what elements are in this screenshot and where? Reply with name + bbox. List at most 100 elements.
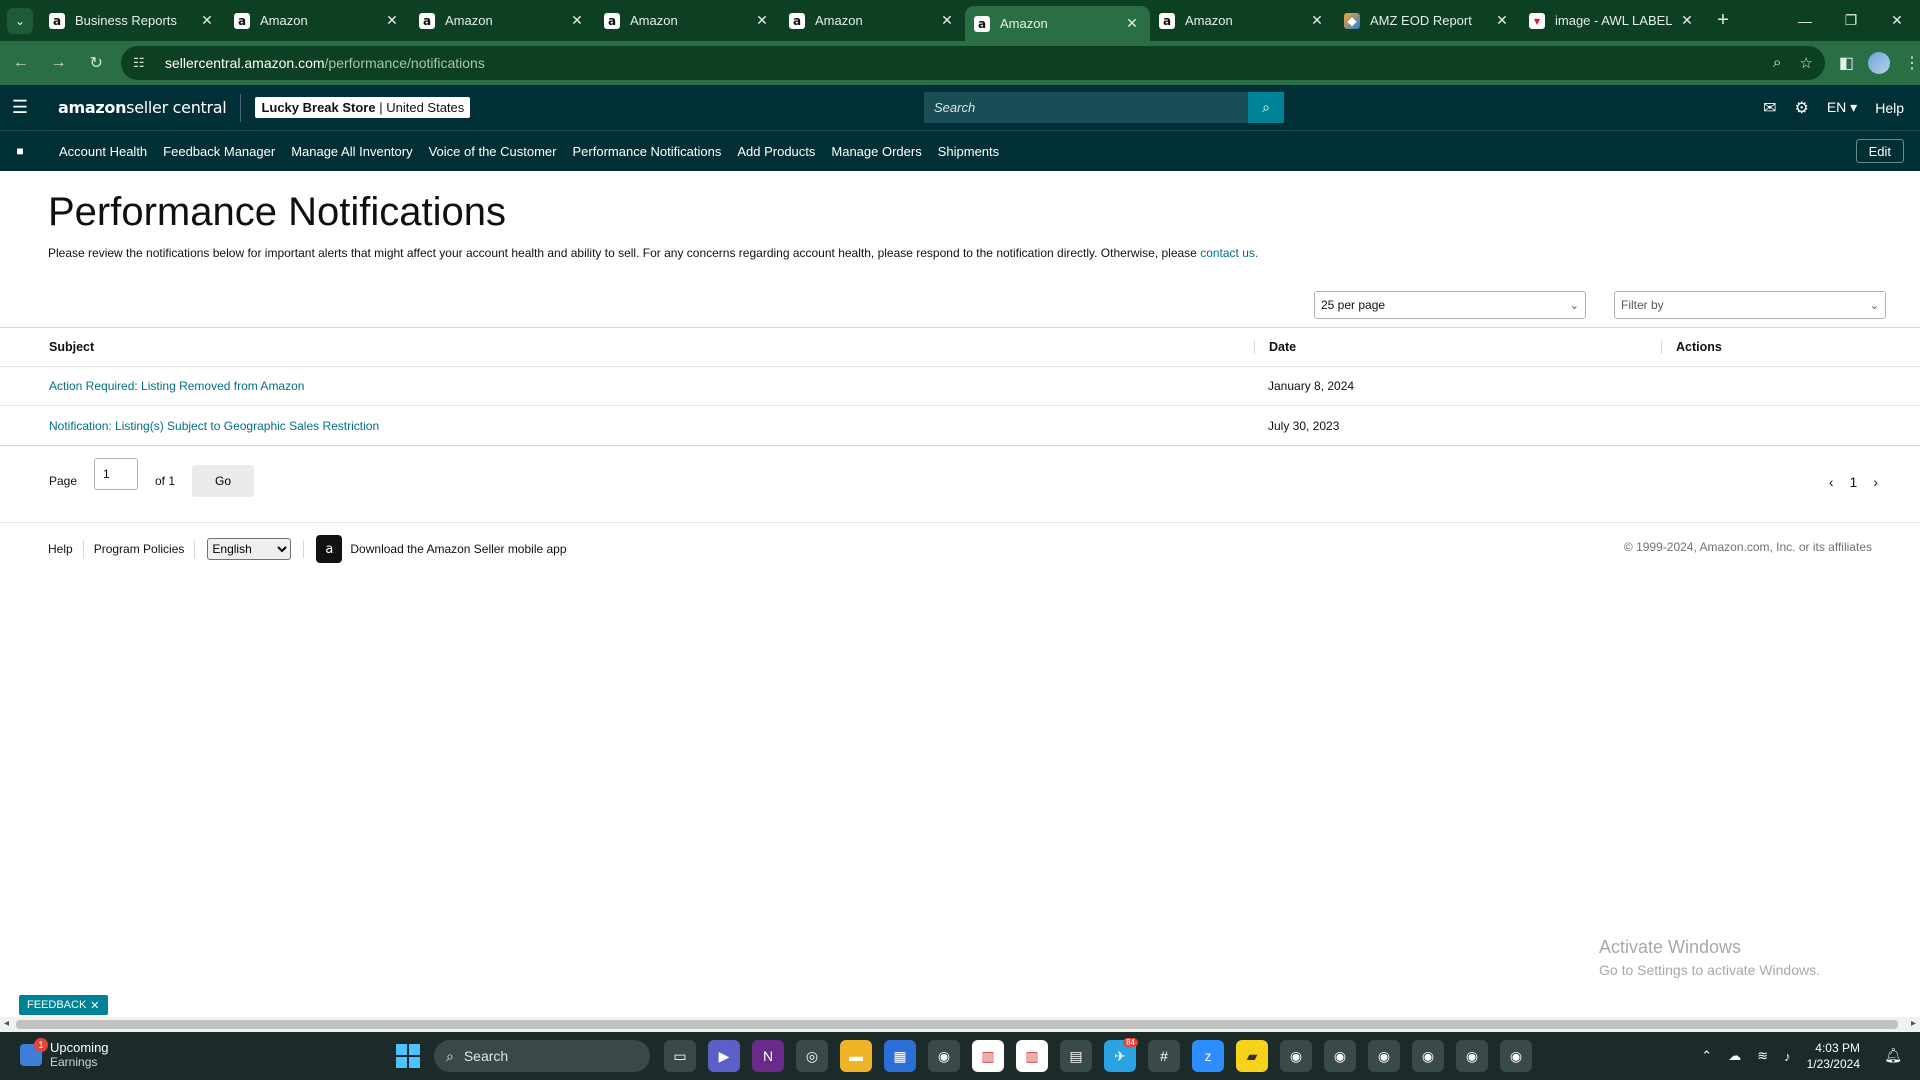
sticky-notes-icon[interactable]: ▰ (1236, 1040, 1268, 1072)
close-icon[interactable]: ✕ (1494, 12, 1510, 29)
close-icon[interactable]: ✕ (754, 12, 770, 29)
close-icon[interactable]: ✕ (384, 12, 400, 29)
browser-tab[interactable]: a Amazon ✕ (1150, 0, 1335, 41)
edit-nav-button[interactable]: Edit (1855, 139, 1904, 163)
task-view-icon[interactable]: ▭ (664, 1040, 696, 1072)
chrome-icon[interactable]: ◉ (1368, 1040, 1400, 1072)
scroll-left-icon[interactable]: ◂ (4, 1018, 9, 1029)
widgets-button[interactable]: 1 Upcoming Earnings (20, 1037, 109, 1069)
search-button[interactable]: ⌕ (1248, 92, 1284, 123)
close-icon[interactable]: ✕ (199, 12, 215, 29)
chrome-icon[interactable]: ◉ (1412, 1040, 1444, 1072)
gear-icon[interactable]: ⚙ (1794, 98, 1808, 118)
footer-help-link[interactable]: Help (0, 542, 83, 556)
file-explorer-icon[interactable]: ▬ (840, 1040, 872, 1072)
chevron-up-icon[interactable]: ⌃ (1701, 1048, 1712, 1064)
teams-icon[interactable]: ▶ (708, 1040, 740, 1072)
per-page-select[interactable]: 25 per page ⌄ (1314, 291, 1586, 319)
app-icon[interactable]: ◎ (796, 1040, 828, 1072)
browser-tab[interactable]: a Amazon ✕ (410, 0, 595, 41)
minimize-icon[interactable]: — (1782, 0, 1828, 41)
restore-icon[interactable]: ❐ (1828, 0, 1874, 41)
tab-search-button[interactable]: ⌄ (0, 0, 40, 41)
chart-app-icon[interactable]: ▥ (1016, 1040, 1048, 1072)
search-input[interactable] (924, 92, 1248, 123)
calendar-icon[interactable]: ▦ (884, 1040, 916, 1072)
program-policies-link[interactable]: Program Policies (84, 542, 195, 556)
notification-bell-icon[interactable]: 🔔︎ (1884, 1047, 1902, 1064)
browser-tab[interactable]: ◆ AMZ EOD Report ✕ (1335, 0, 1520, 41)
horizontal-scrollbar[interactable]: ◂ ▸ (0, 1017, 1920, 1032)
page-number-input[interactable] (94, 458, 138, 490)
new-tab-button[interactable]: + (1705, 0, 1741, 41)
seller-central-logo[interactable]: amazon seller central (40, 93, 242, 122)
profile-avatar[interactable] (1867, 52, 1890, 74)
nav-feedback-manager[interactable]: Feedback Manager (155, 144, 283, 159)
close-icon[interactable]: ✕ (939, 12, 955, 29)
amazon-app-icon[interactable]: a (316, 535, 343, 563)
footer-language-select[interactable]: English (207, 538, 292, 560)
feedback-button[interactable]: FEEDBACK ✕ (19, 995, 108, 1015)
browser-tab[interactable]: ▾ image - AWL LABEL ✕ (1520, 0, 1705, 41)
header-subject[interactable]: Subject (0, 340, 1254, 354)
chrome-icon[interactable]: ◉ (1500, 1040, 1532, 1072)
browser-tab[interactable]: a Business Reports ✕ (40, 0, 225, 41)
mail-icon[interactable]: ✉ (1763, 98, 1776, 118)
chart-app-icon[interactable]: ▥ (972, 1040, 1004, 1072)
nav-voice-of-the-customer[interactable]: Voice of the Customer (421, 144, 565, 159)
close-window-icon[interactable]: ✕ (1874, 0, 1920, 41)
nav-shipments[interactable]: Shipments (930, 144, 1007, 159)
browser-tab[interactable]: a Amazon ✕ (780, 0, 965, 41)
close-icon[interactable]: ✕ (1124, 15, 1140, 32)
kebab-menu-icon[interactable]: ⋮ (1904, 53, 1920, 73)
zoom-icon[interactable]: z (1192, 1040, 1224, 1072)
close-icon[interactable]: ✕ (569, 12, 585, 29)
browser-tab[interactable]: a Amazon ✕ (595, 0, 780, 41)
zoom-icon[interactable]: ⌕ (1773, 54, 1781, 72)
close-icon[interactable]: ✕ (1679, 12, 1695, 29)
volume-icon[interactable]: ♪ (1784, 1049, 1791, 1064)
forward-button[interactable]: → (42, 46, 76, 80)
nav-manage-all-inventory[interactable]: Manage All Inventory (283, 144, 420, 159)
chrome-icon[interactable]: ◉ (1280, 1040, 1312, 1072)
chrome-icon[interactable]: ◉ (928, 1040, 960, 1072)
telegram-icon[interactable]: ✈ 84 (1104, 1038, 1138, 1072)
store-switcher[interactable]: Lucky Break Store | United States (255, 97, 471, 118)
nzxt-icon[interactable]: N (752, 1040, 784, 1072)
hamburger-menu-icon[interactable]: ☰ (0, 97, 40, 118)
close-icon[interactable]: ✕ (90, 999, 99, 1012)
chrome-icon[interactable]: ◉ (1324, 1040, 1356, 1072)
star-icon[interactable]: ☆ (1799, 54, 1812, 72)
bookmark-icon[interactable]: ■ (0, 144, 40, 158)
site-info-icon[interactable]: ☷ (133, 55, 151, 71)
header-date[interactable]: Date (1254, 340, 1661, 354)
help-link[interactable]: Help (1875, 100, 1904, 116)
app-download-link[interactable]: Download the Amazon Seller mobile app (350, 542, 566, 556)
nav-account-health[interactable]: Account Health (40, 144, 155, 159)
notification-link[interactable]: Action Required: Listing Removed from Am… (49, 379, 304, 393)
contact-us-link[interactable]: contact us. (1200, 246, 1258, 260)
nav-performance-notifications[interactable]: Performance Notifications (565, 144, 730, 159)
slack-icon[interactable]: # (1148, 1040, 1180, 1072)
notification-link[interactable]: Notification: Listing(s) Subject to Geog… (49, 419, 379, 433)
url-field[interactable]: ☷ sellercentral.amazon.com /performance/… (121, 46, 1825, 80)
back-button[interactable]: ← (4, 46, 38, 80)
wifi-icon[interactable]: ≋ (1757, 1048, 1768, 1064)
chrome-icon[interactable]: ◉ (1456, 1040, 1488, 1072)
side-panel-icon[interactable]: ◧ (1839, 53, 1854, 73)
reload-button[interactable]: ↻ (79, 46, 113, 80)
browser-tab[interactable]: a Amazon ✕ (225, 0, 410, 41)
scrollbar-thumb[interactable] (16, 1020, 1898, 1029)
system-clock[interactable]: 4:03 PM 1/23/2024 (1807, 1040, 1860, 1072)
onedrive-icon[interactable]: ☁ (1728, 1048, 1741, 1064)
go-button[interactable]: Go (192, 465, 254, 497)
filter-select[interactable]: Filter by ⌄ (1614, 291, 1886, 319)
browser-tab-active[interactable]: a Amazon ✕ (965, 6, 1150, 41)
language-selector[interactable]: EN ▾ (1827, 99, 1857, 116)
nav-manage-orders[interactable]: Manage Orders (823, 144, 929, 159)
page-number[interactable]: 1 (1850, 474, 1858, 490)
nav-add-products[interactable]: Add Products (729, 144, 823, 159)
close-icon[interactable]: ✕ (1309, 12, 1325, 29)
taskbar-search[interactable]: ⌕ Search (434, 1040, 650, 1072)
chevron-left-icon[interactable]: ‹ (1829, 474, 1834, 490)
